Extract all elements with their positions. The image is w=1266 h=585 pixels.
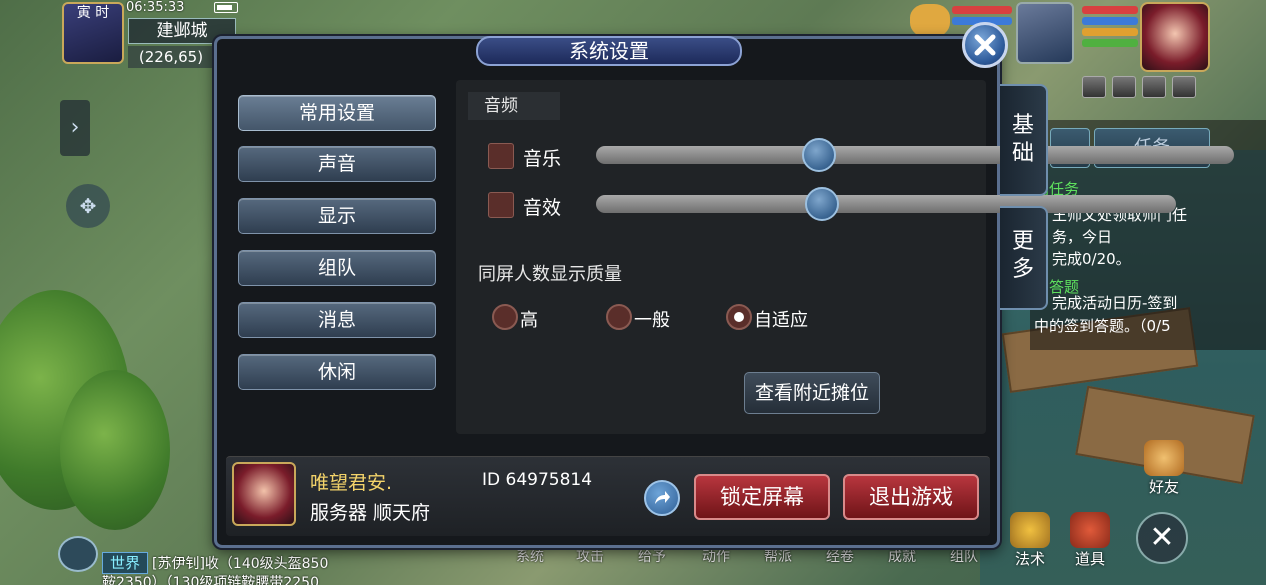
dialog-title: 系统设置	[476, 36, 742, 66]
task-line[interactable]: 完成0/20。	[1052, 248, 1131, 269]
pet-portrait[interactable]	[1016, 2, 1074, 64]
tab-basic-label: 基础	[1012, 113, 1035, 166]
buff-icon[interactable]	[1082, 76, 1106, 98]
quality-adaptive-radio[interactable]	[726, 304, 752, 330]
share-button[interactable]	[644, 480, 680, 516]
player-name: 唯望君安.	[310, 472, 393, 494]
sfx-slider-handle[interactable]	[805, 187, 840, 221]
pet-cat-icon[interactable]	[910, 4, 950, 38]
time-period-label: 寅 时	[76, 5, 110, 21]
menu-attack[interactable]: 攻击	[576, 546, 604, 566]
menu-give[interactable]: 给予	[638, 546, 666, 566]
sidebar-item-sound[interactable]: 声音	[238, 146, 436, 182]
sidebar-item-team[interactable]: 组队	[238, 250, 436, 286]
bell-icon	[1010, 512, 1050, 548]
friends-label: 好友	[1148, 478, 1179, 496]
sfx-slider[interactable]	[596, 195, 1176, 213]
chat-channel-tag[interactable]: 世界	[102, 552, 148, 574]
lock-screen-button[interactable]: 锁定屏幕	[694, 474, 830, 520]
quality-high-radio[interactable]	[492, 304, 518, 330]
music-label: 音乐	[523, 148, 562, 170]
chat-bubble-icon[interactable]	[58, 536, 98, 572]
chest-icon	[1070, 512, 1110, 548]
task-line[interactable]: 中的签到答题。（0/5	[1034, 315, 1171, 336]
expand-arrow-icon[interactable]: ›	[60, 100, 90, 156]
player-mp-bar	[1082, 17, 1138, 25]
items-button[interactable]: 道具	[1066, 512, 1114, 569]
server-name: 服务器 顺天府	[310, 502, 431, 524]
spells-button[interactable]: 法术	[1006, 512, 1054, 569]
friends-button[interactable]: 好友	[1140, 440, 1188, 497]
quality-normal-label[interactable]: 一般	[634, 306, 670, 332]
audio-section-label: 音频	[468, 92, 560, 120]
player-id: ID 64975814	[482, 470, 593, 490]
clock: 06:35:33	[126, 0, 185, 15]
sidebar-item-leisure[interactable]: 休闲	[238, 354, 436, 390]
player-hp-bar	[1082, 6, 1138, 14]
menu-guild[interactable]: 帮派	[764, 546, 792, 566]
menu-action[interactable]: 动作	[702, 546, 730, 566]
quality-normal-radio[interactable]	[606, 304, 632, 330]
buff-icon[interactable]	[1112, 76, 1136, 98]
avatar	[232, 462, 296, 526]
close-hud-icon[interactable]: ✕	[1136, 512, 1188, 564]
menu-system[interactable]: 系统	[516, 546, 544, 566]
items-label: 道具	[1074, 550, 1105, 568]
player-exp-bar	[1082, 39, 1138, 47]
quality-adaptive-label[interactable]: 自适应	[754, 306, 808, 332]
sfx-checkbox[interactable]	[488, 192, 514, 218]
close-dialog-button[interactable]	[962, 22, 1008, 68]
map-coordinates: (226,65)	[128, 46, 214, 68]
quality-title: 同屏人数显示质量	[478, 264, 622, 285]
sidebar-item-general[interactable]: 常用设置	[238, 95, 436, 131]
spells-label: 法术	[1014, 550, 1045, 568]
handshake-icon	[1144, 440, 1184, 476]
player-portrait[interactable]	[1140, 2, 1210, 72]
close-icon	[974, 34, 996, 56]
music-checkbox[interactable]	[488, 143, 514, 169]
menu-team[interactable]: 组队	[950, 546, 978, 566]
exit-game-button[interactable]: 退出游戏	[843, 474, 979, 520]
sidebar-item-messages[interactable]: 消息	[238, 302, 436, 338]
tab-more[interactable]: 更多	[1000, 206, 1048, 310]
chat-message[interactable]: 鞍2350）（130级项链鞍腰带2250	[102, 572, 319, 585]
buff-icon[interactable]	[1142, 76, 1166, 98]
share-icon	[655, 491, 670, 504]
chat-message[interactable]: [苏伊钊]收（140级头盔850	[152, 553, 328, 573]
settings-content	[456, 80, 986, 434]
pet-hp-bar	[952, 6, 1012, 14]
menu-achievement[interactable]: 成就	[888, 546, 916, 566]
music-slider[interactable]	[596, 146, 1234, 164]
tab-basic[interactable]: 基础	[1000, 84, 1048, 196]
buff-icon[interactable]	[1172, 76, 1196, 98]
tab-more-label: 更多	[1012, 229, 1035, 282]
menu-scroll[interactable]: 经卷	[826, 546, 854, 566]
player-anger-bar	[1082, 28, 1138, 36]
move-arrows-icon[interactable]: ✥	[66, 184, 110, 228]
task-line[interactable]: 完成活动日历-签到	[1052, 292, 1177, 313]
battery-icon	[214, 2, 238, 13]
view-nearby-stalls-button[interactable]: 查看附近摊位	[744, 372, 880, 414]
quality-high-label[interactable]: 高	[520, 306, 538, 332]
sfx-label: 音效	[523, 197, 562, 219]
willow-tree	[60, 370, 170, 530]
sidebar-item-display[interactable]: 显示	[238, 198, 436, 234]
